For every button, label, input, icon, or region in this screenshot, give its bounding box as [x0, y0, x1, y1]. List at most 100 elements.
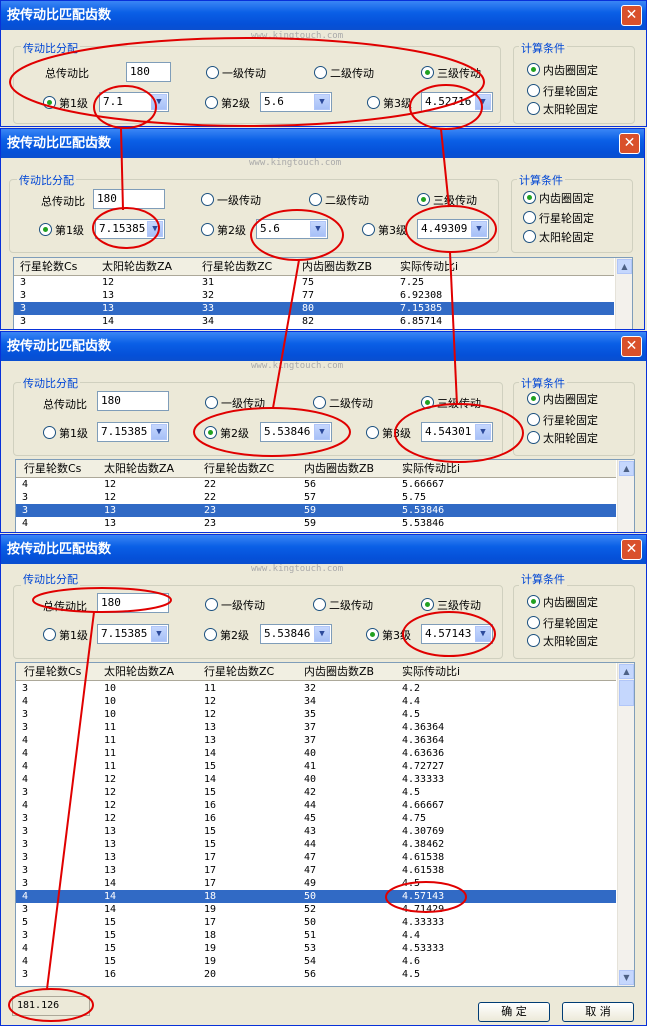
- stage1-select[interactable]: 7.1 ▼: [99, 92, 169, 112]
- column-header[interactable]: 实际传动比i: [402, 460, 460, 477]
- planet-fixed-radio[interactable]: [527, 413, 540, 426]
- column-header[interactable]: 行星轮齿数ZC: [202, 258, 272, 275]
- total-ratio-input[interactable]: 180: [97, 391, 169, 411]
- scrollbar[interactable]: ▲: [617, 460, 634, 532]
- chevron-down-icon[interactable]: ▼: [471, 221, 487, 237]
- stage1-radio[interactable]: [39, 223, 52, 236]
- chevron-down-icon[interactable]: ▼: [475, 626, 491, 642]
- chevron-down-icon[interactable]: ▼: [151, 424, 167, 440]
- table-row[interactable]: 4 14 18 50 4.57143: [16, 890, 616, 903]
- table-row[interactable]: 3 12 15 42 4.5: [16, 786, 616, 799]
- sun-fixed-radio[interactable]: [527, 431, 540, 444]
- close-icon[interactable]: ✕: [619, 133, 640, 154]
- cancel-button[interactable]: 取 消: [562, 1002, 634, 1022]
- column-header[interactable]: 行星轮齿数ZC: [204, 663, 274, 680]
- stage3-radio[interactable]: [366, 426, 379, 439]
- column-header[interactable]: 内齿圈齿数ZB: [304, 460, 374, 477]
- chevron-down-icon[interactable]: ▼: [475, 94, 491, 110]
- stage2-select[interactable]: 5.53846 ▼: [260, 624, 332, 644]
- chevron-down-icon[interactable]: ▼: [147, 221, 163, 237]
- scrollbar[interactable]: ▲: [615, 258, 632, 329]
- table-row[interactable]: 3 14 34 82 6.85714: [14, 315, 614, 328]
- column-header[interactable]: 太阳轮齿数ZA: [102, 258, 172, 275]
- stage1-select[interactable]: 7.15385 ▼: [97, 624, 169, 644]
- stage3-select[interactable]: 4.49309 ▼: [417, 219, 489, 239]
- table-row[interactable]: 3 14 17 49 4.5: [16, 877, 616, 890]
- close-icon[interactable]: ✕: [621, 336, 642, 357]
- stage2-radio[interactable]: [201, 223, 214, 236]
- scroll-up-icon[interactable]: ▲: [617, 259, 632, 274]
- one-stage-radio[interactable]: [205, 598, 218, 611]
- scrollbar[interactable]: ▲ ▼: [617, 663, 634, 986]
- sun-fixed-radio[interactable]: [527, 102, 540, 115]
- table-row[interactable]: 3 13 17 47 4.61538: [16, 851, 616, 864]
- table-row[interactable]: 5 15 17 50 4.33333: [16, 916, 616, 929]
- stage3-radio[interactable]: [362, 223, 375, 236]
- stage1-radio[interactable]: [43, 628, 56, 641]
- chevron-down-icon[interactable]: ▼: [314, 626, 330, 642]
- table-row[interactable]: 4 11 13 37 4.36364: [16, 734, 616, 747]
- stage2-radio[interactable]: [205, 96, 218, 109]
- table-row[interactable]: 3 12 16 45 4.75: [16, 812, 616, 825]
- stage2-select[interactable]: 5.6 ▼: [256, 219, 328, 239]
- three-stage-radio[interactable]: [421, 396, 434, 409]
- two-stage-radio[interactable]: [309, 193, 322, 206]
- table-row[interactable]: 3 16 20 56 4.5: [16, 968, 616, 981]
- stage1-select[interactable]: 7.15385 ▼: [97, 422, 169, 442]
- table-row[interactable]: 4 12 22 56 5.66667: [16, 478, 616, 491]
- column-header[interactable]: 行星轮数Cs: [20, 258, 77, 275]
- results-list[interactable]: 行星轮数Cs 太阳轮齿数ZA 行星轮齿数ZC 内齿圈齿数ZB 实际传动比i 4 1…: [15, 459, 635, 532]
- column-header[interactable]: 行星轮齿数ZC: [204, 460, 274, 477]
- table-row[interactable]: 4 15 19 53 4.53333: [16, 942, 616, 955]
- stage3-select[interactable]: 4.54301 ▼: [421, 422, 493, 442]
- column-header[interactable]: 行星轮数Cs: [24, 663, 81, 680]
- total-ratio-input[interactable]: 180: [97, 593, 169, 613]
- stage3-radio[interactable]: [367, 96, 380, 109]
- planet-fixed-radio[interactable]: [527, 84, 540, 97]
- total-ratio-input[interactable]: 180: [126, 62, 171, 82]
- scroll-up-icon[interactable]: ▲: [619, 664, 634, 679]
- column-header[interactable]: 行星轮数Cs: [24, 460, 81, 477]
- stage2-radio[interactable]: [204, 426, 217, 439]
- one-stage-radio[interactable]: [205, 396, 218, 409]
- ok-button[interactable]: 确 定: [478, 1002, 550, 1022]
- three-stage-radio[interactable]: [421, 598, 434, 611]
- table-row[interactable]: 3 13 15 43 4.30769: [16, 825, 616, 838]
- table-row[interactable]: 3 13 33 80 7.15385: [14, 302, 614, 315]
- results-list[interactable]: 行星轮数Cs 太阳轮齿数ZA 行星轮齿数ZC 内齿圈齿数ZB 实际传动比i 31…: [15, 662, 635, 987]
- ring-fixed-radio[interactable]: [527, 392, 540, 405]
- column-header[interactable]: 实际传动比i: [400, 258, 458, 275]
- three-stage-radio[interactable]: [417, 193, 430, 206]
- close-icon[interactable]: ✕: [621, 5, 642, 26]
- stage1-select[interactable]: 7.15385 ▼: [95, 219, 165, 239]
- table-row[interactable]: 3 11 13 37 4.36364: [16, 721, 616, 734]
- planet-fixed-radio[interactable]: [527, 616, 540, 629]
- chevron-down-icon[interactable]: ▼: [475, 424, 491, 440]
- sun-fixed-radio[interactable]: [523, 230, 536, 243]
- table-row[interactable]: 3 13 17 47 4.61538: [16, 864, 616, 877]
- scroll-down-icon[interactable]: ▼: [619, 970, 634, 985]
- table-row[interactable]: 4 12 16 44 4.66667: [16, 799, 616, 812]
- table-row[interactable]: 3 10 11 32 4.2: [16, 682, 616, 695]
- table-row[interactable]: 3 12 31 75 7.25: [14, 276, 614, 289]
- column-header[interactable]: 实际传动比i: [402, 663, 460, 680]
- scroll-up-icon[interactable]: ▲: [619, 461, 634, 476]
- close-icon[interactable]: ✕: [621, 539, 642, 560]
- stage3-select[interactable]: 4.52716 ▼: [421, 92, 493, 112]
- stage1-radio[interactable]: [43, 96, 56, 109]
- stage2-radio[interactable]: [204, 628, 217, 641]
- results-list[interactable]: 行星轮数Cs 太阳轮齿数ZA 行星轮齿数ZC 内齿圈齿数ZB 实际传动比i 31…: [13, 257, 633, 329]
- column-header[interactable]: 内齿圈齿数ZB: [302, 258, 372, 275]
- stage2-select[interactable]: 5.53846 ▼: [260, 422, 332, 442]
- stage3-radio[interactable]: [366, 628, 379, 641]
- column-header[interactable]: 太阳轮齿数ZA: [104, 460, 174, 477]
- table-row[interactable]: 3 10 12 35 4.5: [16, 708, 616, 721]
- table-row[interactable]: 3 13 23 59 5.53846: [16, 504, 616, 517]
- three-stage-radio[interactable]: [421, 66, 434, 79]
- sun-fixed-radio[interactable]: [527, 634, 540, 647]
- table-row[interactable]: 4 11 14 40 4.63636: [16, 747, 616, 760]
- chevron-down-icon[interactable]: ▼: [314, 424, 330, 440]
- ring-fixed-radio[interactable]: [523, 191, 536, 204]
- table-row[interactable]: 4 10 12 34 4.4: [16, 695, 616, 708]
- stage2-select[interactable]: 5.6 ▼: [260, 92, 332, 112]
